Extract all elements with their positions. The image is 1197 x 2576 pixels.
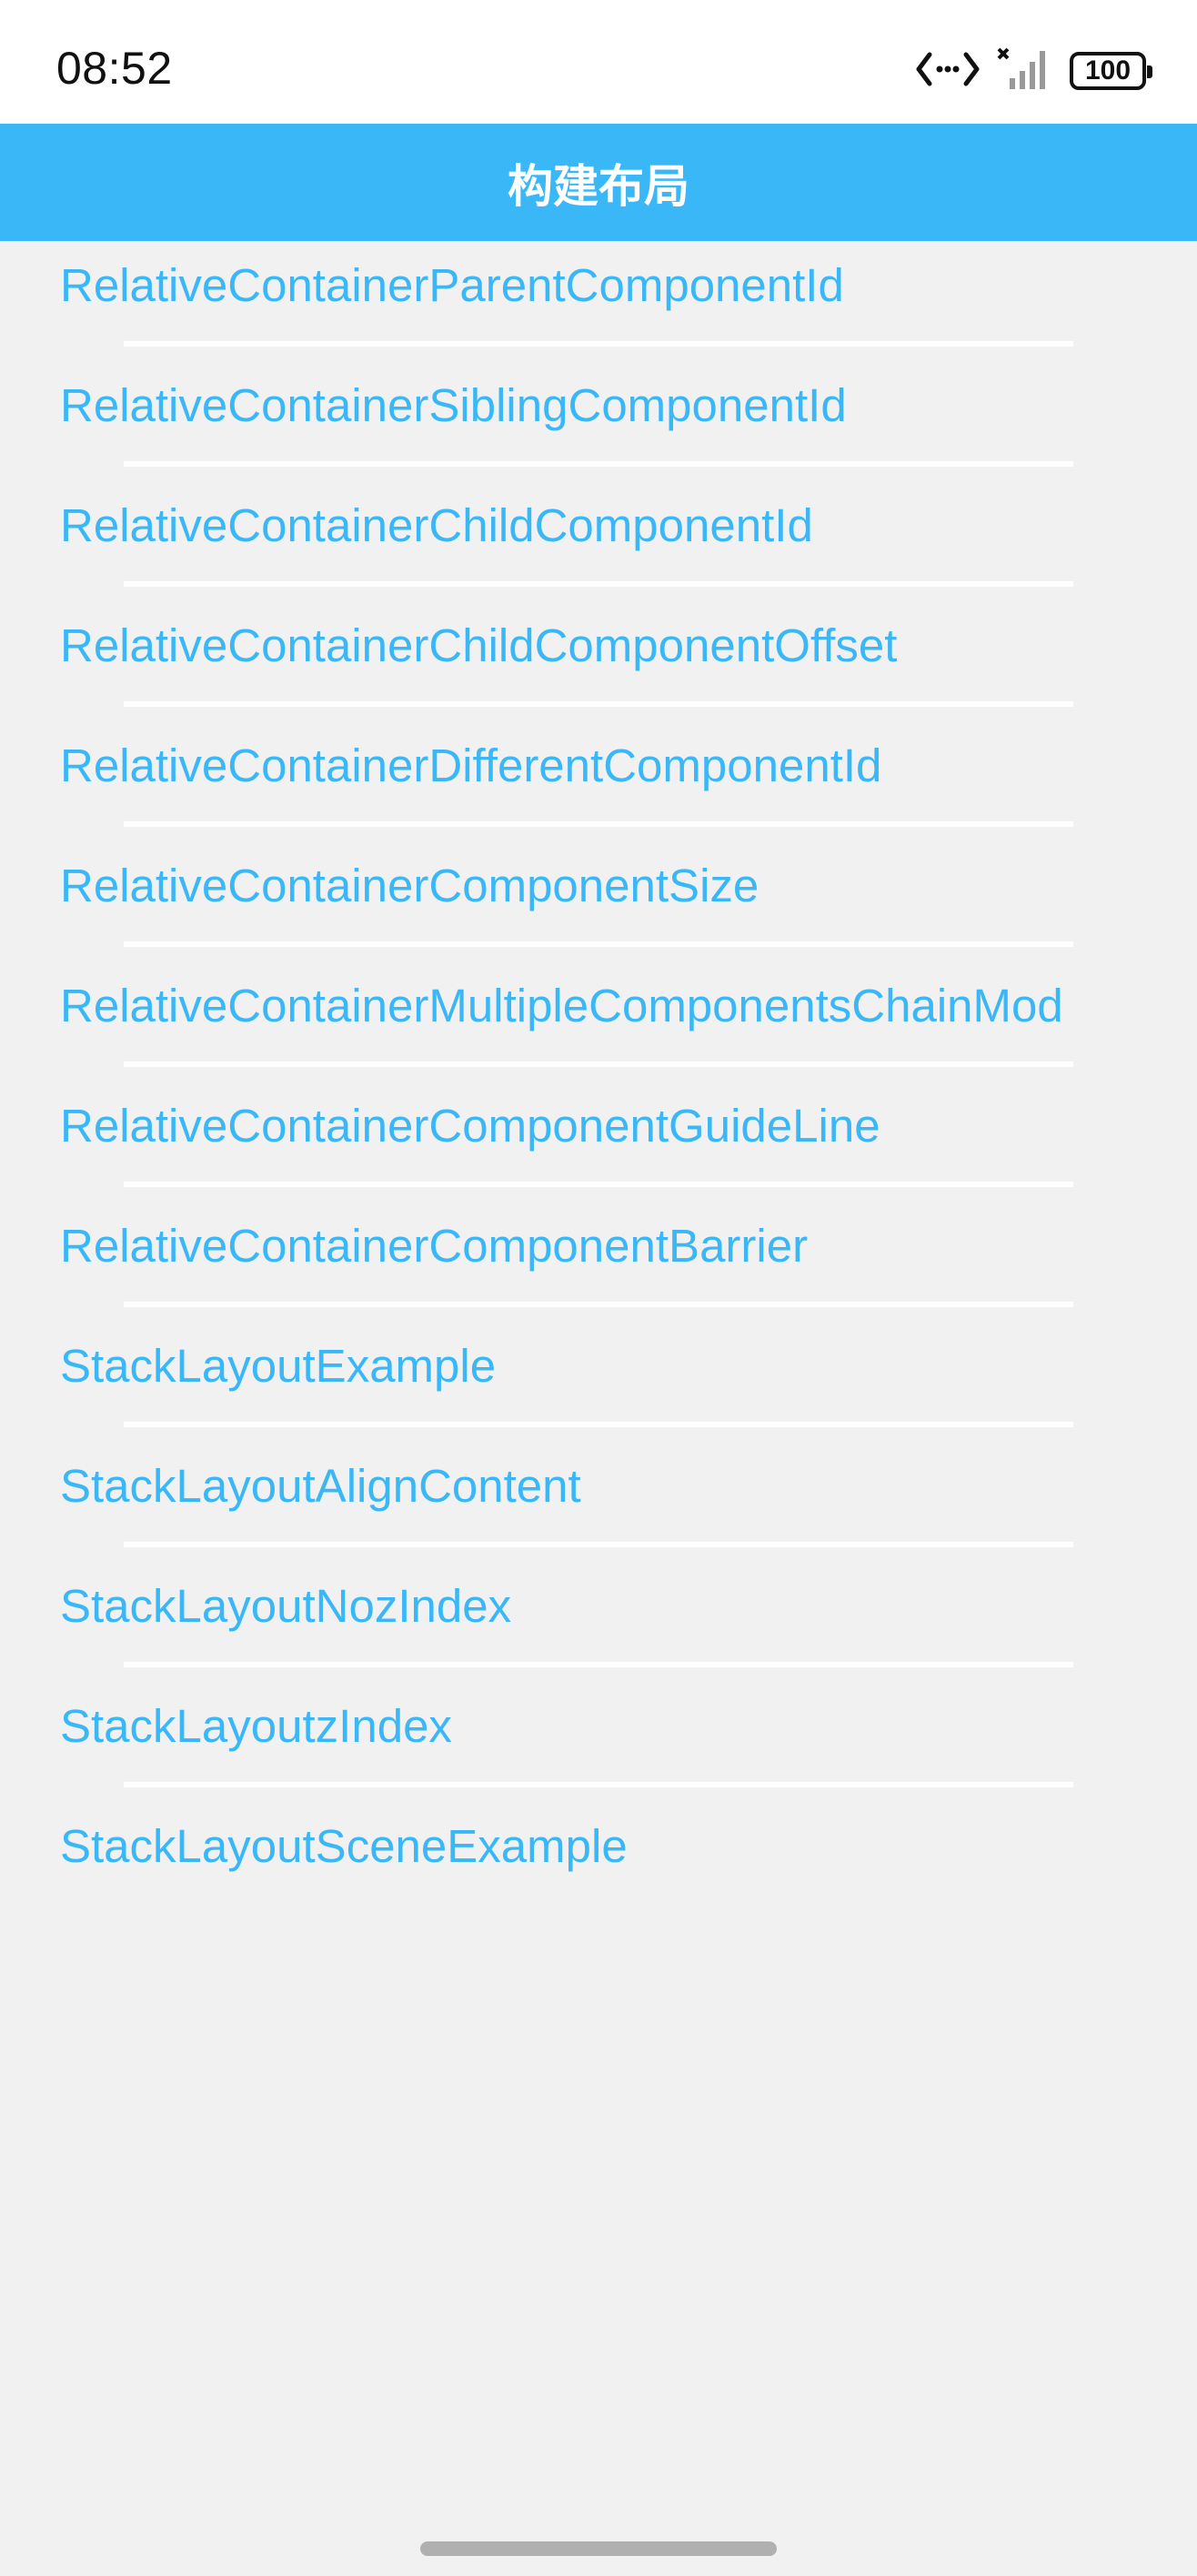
list-item[interactable]: RelativeContainerMultipleComponentsChain…: [0, 947, 1197, 1067]
status-time: 08:52: [56, 43, 173, 94]
list-item[interactable]: RelativeContainerChildComponentId: [0, 467, 1197, 587]
list-item-label: RelativeContainerComponentBarrier: [60, 1220, 809, 1272]
battery-icon: 100: [1070, 52, 1152, 90]
status-bar: 08:52 100: [0, 0, 1197, 124]
list-item-label: StackLayoutAlignContent: [60, 1460, 581, 1512]
list-item[interactable]: RelativeContainerDifferentComponentId: [0, 707, 1197, 827]
list-item-label: RelativeContainerChildComponentId: [60, 499, 813, 551]
list-item-label: RelativeContainerParentComponentId: [60, 259, 844, 311]
list-item-label: StackLayoutNozIndex: [60, 1580, 512, 1632]
list-item[interactable]: RelativeContainerComponentSize: [0, 827, 1197, 947]
list-item[interactable]: StackLayoutzIndex: [0, 1667, 1197, 1787]
list-item[interactable]: RelativeContainerChildComponentOffset: [0, 587, 1197, 707]
list-item-label: RelativeContainerComponentGuideLine: [60, 1100, 880, 1152]
list-item[interactable]: RelativeContainerComponentGuideLine: [0, 1067, 1197, 1187]
list-item[interactable]: RelativeContainerComponentBarrier: [0, 1187, 1197, 1307]
home-indicator[interactable]: [420, 2541, 777, 2556]
list-item-label: RelativeContainerMultipleComponentsChain…: [60, 980, 1063, 1031]
list-item-label: RelativeContainerDifferentComponentId: [60, 740, 882, 791]
data-transfer-icon: [915, 49, 981, 94]
list-item-label: StackLayoutzIndex: [60, 1700, 452, 1752]
list-item[interactable]: StackLayoutSceneExample: [0, 1787, 1197, 1907]
status-icons: 100: [915, 47, 1152, 96]
battery-level: 100: [1084, 55, 1132, 86]
list-item[interactable]: RelativeContainerSiblingComponentId: [0, 347, 1197, 467]
list-item-label: StackLayoutSceneExample: [60, 1820, 628, 1872]
title-bar: 构建布局: [0, 124, 1197, 241]
signal-no-service-icon: [997, 47, 1053, 96]
page-title: 构建布局: [508, 159, 689, 213]
list-item-label: RelativeContainerChildComponentOffset: [60, 619, 898, 671]
layout-example-list: RelativeContainerParentComponentId Relat…: [0, 241, 1197, 1907]
list-item-label: RelativeContainerComponentSize: [60, 860, 759, 911]
list-item[interactable]: RelativeContainerParentComponentId: [0, 241, 1197, 347]
list-item[interactable]: StackLayoutNozIndex: [0, 1547, 1197, 1667]
list-item[interactable]: StackLayoutAlignContent: [0, 1427, 1197, 1547]
list-item[interactable]: StackLayoutExample: [0, 1307, 1197, 1427]
list-item-label: StackLayoutExample: [60, 1340, 497, 1392]
list-item-label: RelativeContainerSiblingComponentId: [60, 379, 847, 431]
